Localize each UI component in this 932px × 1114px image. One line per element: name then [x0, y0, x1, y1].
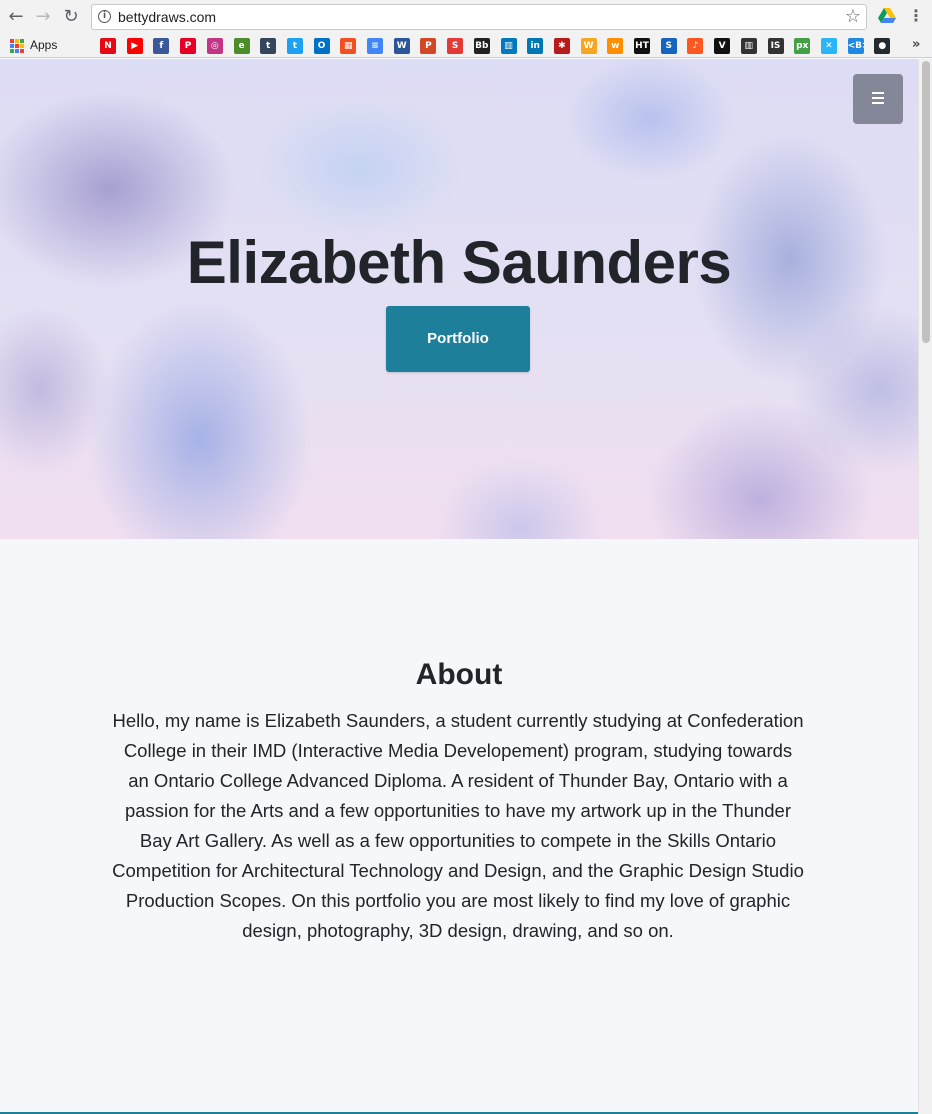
trello-icon[interactable]: ▥ — [500, 38, 517, 54]
pinterest-icon[interactable]: P — [180, 38, 197, 54]
facebook-icon[interactable]: f — [153, 38, 170, 54]
linkedin-icon[interactable]: in — [527, 38, 544, 54]
google-drive-icon[interactable] — [878, 8, 896, 24]
menu-toggle-button[interactable] — [853, 74, 903, 124]
apps-grid-icon — [10, 39, 24, 53]
instagram-icon[interactable]: ◎ — [206, 38, 223, 54]
portfolio-button[interactable]: Portfolio — [386, 306, 530, 372]
px-app-icon[interactable]: px — [794, 38, 811, 54]
is-app-icon[interactable]: IS — [767, 38, 784, 54]
site-info-icon[interactable]: i — [98, 10, 111, 23]
powerpoint-icon[interactable]: P — [420, 38, 437, 54]
v-app-icon[interactable]: V — [714, 38, 731, 54]
library-app-icon[interactable]: ▥ — [740, 38, 757, 54]
bookmarks-overflow-icon[interactable]: » — [912, 37, 920, 52]
shazam-like-icon[interactable]: S — [660, 38, 677, 54]
youtube-icon[interactable]: ▶ — [126, 38, 143, 54]
reload-icon[interactable]: ↻ — [60, 6, 82, 28]
browser-toolbar: ← → ↻ i bettydraws.com ☆ ⋮ — [0, 0, 932, 34]
page-scrollbar[interactable] — [918, 59, 932, 1114]
wattpad-like-icon[interactable]: w — [607, 38, 624, 54]
bookmark-star-icon[interactable]: ☆ — [845, 6, 861, 27]
ant-app-icon[interactable]: ✱ — [553, 38, 570, 54]
word-icon[interactable]: W — [393, 38, 410, 54]
tumblr-icon[interactable]: t — [260, 38, 277, 54]
hamburger-icon-bar — [872, 92, 884, 94]
about-body: Hello, my name is Elizabeth Saunders, a … — [112, 710, 804, 941]
apps-label: Apps — [30, 38, 58, 52]
browser-menu-icon[interactable]: ⋮ — [908, 6, 924, 25]
microsoft-icon[interactable]: ▦ — [340, 38, 357, 54]
twitter-icon[interactable]: t — [286, 38, 303, 54]
b-app-icon[interactable]: <B> — [847, 38, 864, 54]
evernote-like-icon[interactable]: e — [233, 38, 250, 54]
url-text[interactable]: bettydraws.com — [118, 9, 216, 25]
page-title: Elizabeth Saunders — [186, 229, 732, 296]
back-arrow-icon[interactable]: ← — [5, 6, 27, 28]
blackboard-icon[interactable]: Bb — [473, 38, 490, 54]
hamburger-icon-bar — [872, 97, 884, 99]
google-docs-icon[interactable]: ≡ — [367, 38, 383, 54]
hamburger-icon-bar — [872, 102, 884, 104]
w-app-icon[interactable]: W — [580, 38, 597, 54]
music-app-icon[interactable]: ♪ — [687, 38, 704, 54]
forward-arrow-icon[interactable]: → — [32, 6, 54, 28]
outlook-icon[interactable]: O — [313, 38, 330, 54]
github-icon[interactable]: ● — [874, 38, 891, 54]
about-heading: About — [415, 658, 503, 691]
x-app-icon[interactable]: ✕ — [820, 38, 837, 54]
hero-section — [0, 59, 918, 539]
netflix-icon[interactable]: N — [100, 38, 116, 54]
address-bar[interactable]: i bettydraws.com ☆ — [91, 4, 867, 30]
s-app-icon[interactable]: S — [447, 38, 464, 54]
scrollbar-thumb[interactable] — [922, 61, 930, 343]
ht-app-icon[interactable]: HT — [634, 38, 650, 54]
bookmarks-bar: Apps N ▶ f P ◎ e t t O ▦ ≡ W P S Bb ▥ in ✱ Ww HT S ♪ V ▥ IS px ✕ <B… — [0, 34, 932, 58]
